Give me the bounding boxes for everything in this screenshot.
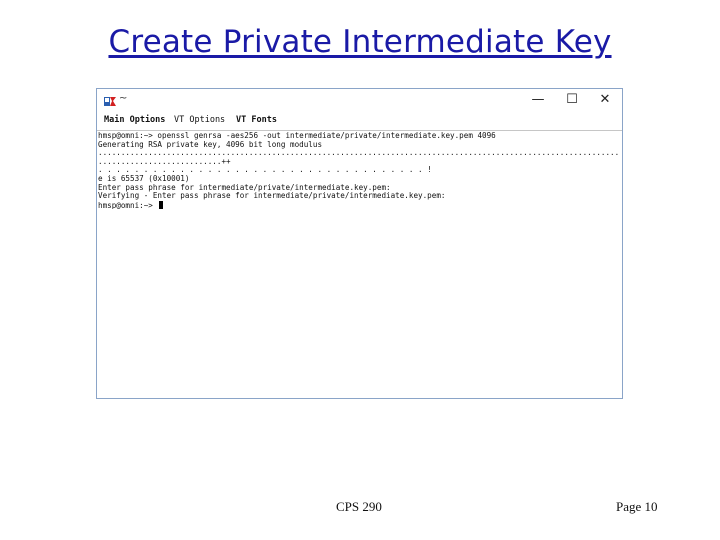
terminal-window[interactable]: ~ — ☐ ✕ Main Options VT Options VT Fonts… [96,88,623,399]
menu-divider [97,130,622,131]
putty-terminal-icon [104,97,116,106]
terminal-line: Generating RSA private key, 4096 bit lon… [98,140,323,149]
window-titlebar[interactable]: ~ — ☐ ✕ [97,89,622,113]
minimize-button[interactable]: — [529,92,547,108]
terminal-line: e is 65537 (0x10001) [98,174,190,183]
footer-page-number: Page 10 [616,499,658,514]
terminal-line: hmsp@omni:~> openssl genrsa -aes256 -out… [98,132,496,140]
terminal-line: Verifying - Enter pass phrase for interm… [98,192,446,201]
terminal-line: Enter pass phrase for intermediate/priva… [98,183,391,192]
terminal-prompt-line: hmsp@omni:~> [98,200,621,210]
terminal-line: ........................................… [98,149,621,158]
menu-main-options[interactable]: Main Options [104,115,165,125]
menu-bar: Main Options VT Options VT Fonts [97,115,622,129]
terminal-line: . . . . . . . . . . . . . . . . . . . . … [98,166,432,175]
window-title: ~ [119,93,128,104]
maximize-button[interactable]: ☐ [563,92,581,108]
footer-course: CPS 290 [336,499,382,514]
slide-title: Create Private Intermediate Key [108,24,612,60]
terminal-prompt: hmsp@omni:~> [98,200,158,210]
close-button[interactable]: ✕ [596,92,614,108]
terminal-line: ...........................++ [98,157,231,166]
terminal-output[interactable]: hmsp@omni:~> openssl genrsa -aes256 -out… [98,132,621,396]
terminal-cursor [159,200,164,209]
menu-vt-fonts[interactable]: VT Fonts [236,115,277,125]
menu-vt-options[interactable]: VT Options [174,115,225,125]
